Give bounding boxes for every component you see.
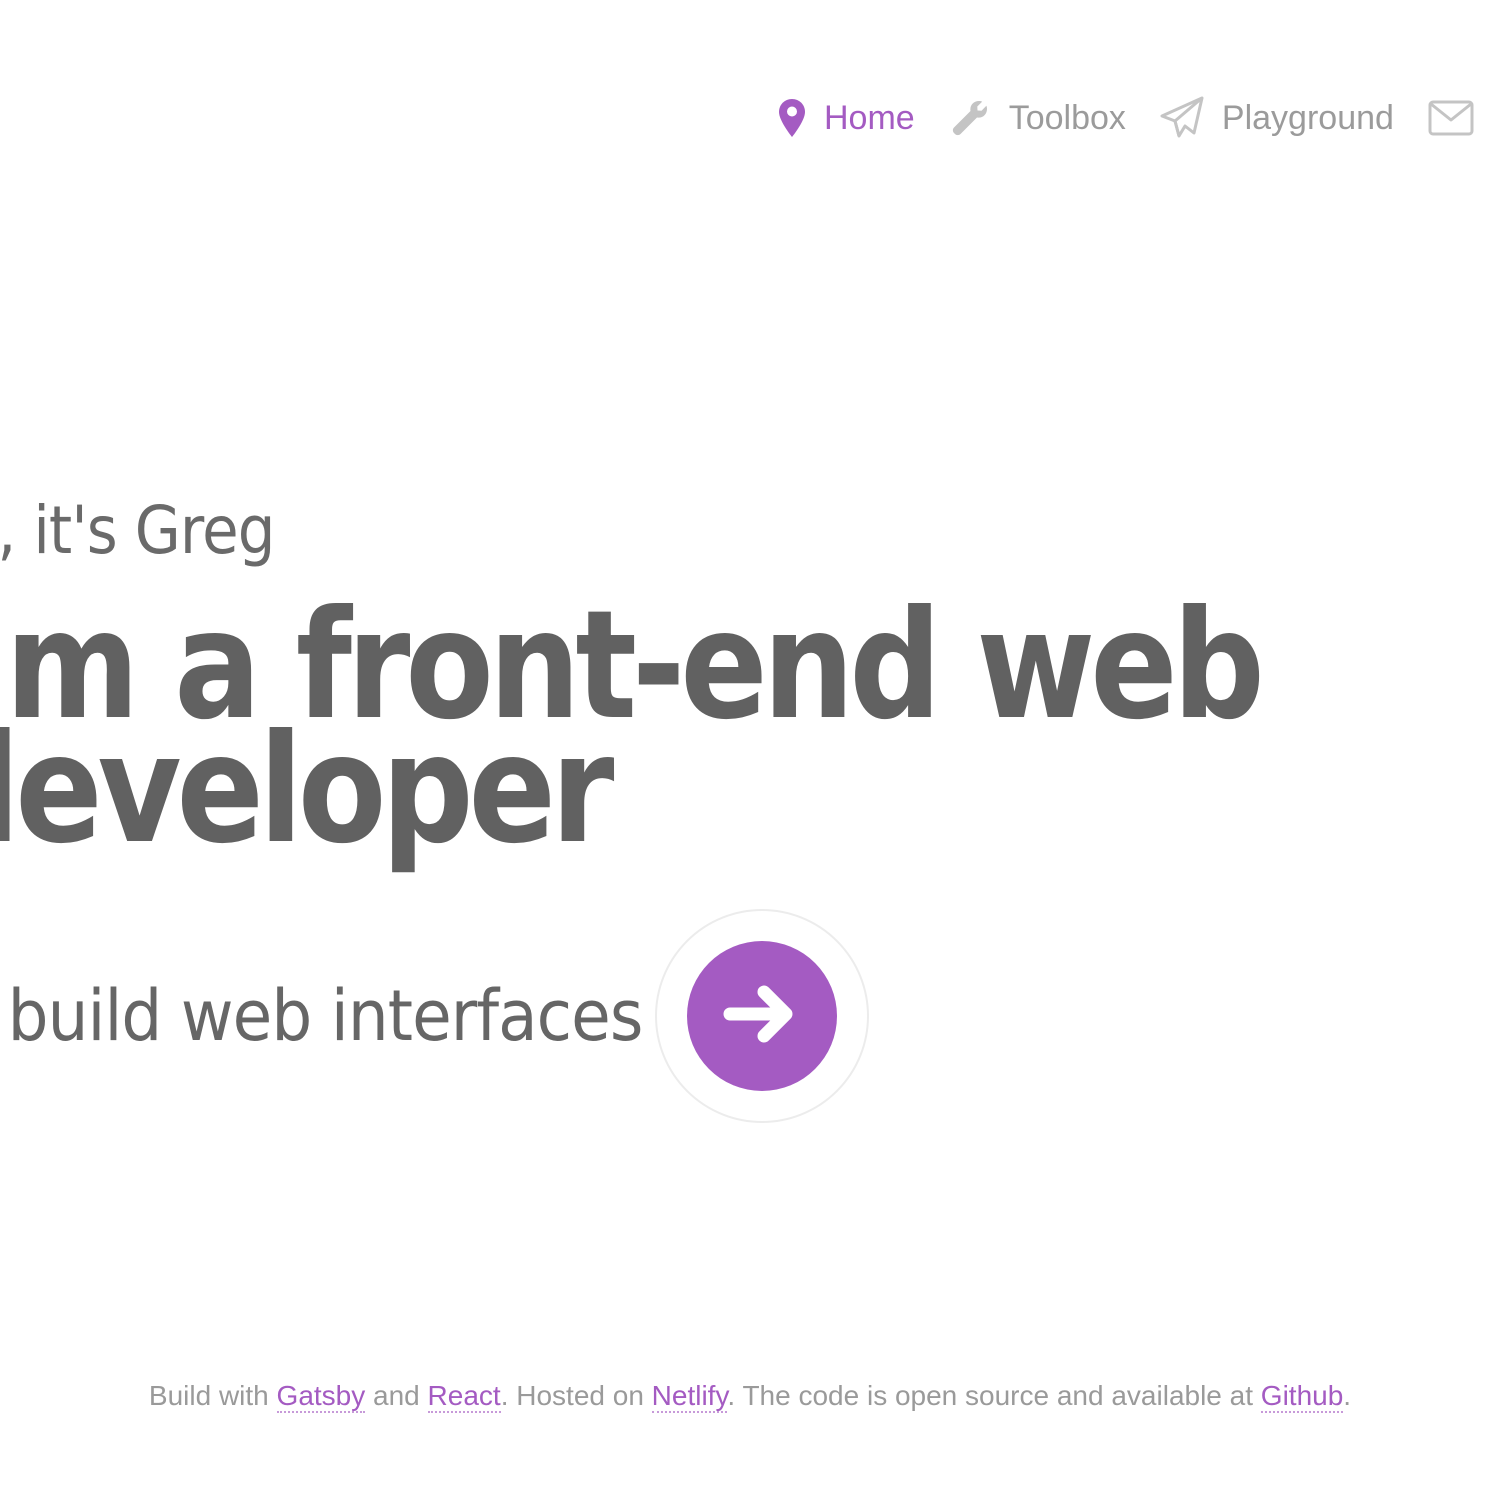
greeting-text: Hi, it's Greg <box>0 492 275 569</box>
paper-plane-icon <box>1160 96 1204 140</box>
main-nav: Home Toolbox Playground <box>778 90 1474 146</box>
nav-item-label: Home <box>824 98 915 137</box>
headline: I'm a front-end web developer <box>0 591 1265 865</box>
footer-text: Build with <box>148 1380 277 1411</box>
netlify-link[interactable]: Netlify <box>651 1380 728 1413</box>
map-pin-icon <box>778 98 806 138</box>
cta-next-button[interactable] <box>655 909 869 1123</box>
github-link[interactable]: Github <box>1260 1380 1344 1413</box>
nav-item-label: Playground <box>1221 98 1394 137</box>
page: Home Toolbox Playground it's Greg I'm a … <box>0 0 1500 1500</box>
nav-item-label: Toolbox <box>1008 98 1126 137</box>
react-link[interactable]: React <box>427 1380 501 1413</box>
wrench-icon <box>949 97 991 139</box>
footer-text: and <box>365 1380 428 1411</box>
footer-text: . The code is open source and available … <box>727 1380 1261 1411</box>
footer: Build with Gatsby and React. Hosted on N… <box>0 1380 1500 1413</box>
arrow-right-icon <box>720 972 804 1061</box>
nav-item-home[interactable]: Home <box>778 98 915 138</box>
footer-text: . <box>1343 1380 1352 1411</box>
nav-item-playground[interactable]: Playground <box>1160 96 1394 140</box>
envelope-icon <box>1428 100 1474 136</box>
nav-item-contact[interactable] <box>1428 100 1474 136</box>
tagline-text: I build web interfaces <box>0 975 643 1057</box>
cta-circle <box>687 941 837 1091</box>
gatsby-link[interactable]: Gatsby <box>276 1380 366 1413</box>
nav-item-toolbox[interactable]: Toolbox <box>949 97 1126 139</box>
footer-text: . Hosted on <box>500 1380 652 1411</box>
